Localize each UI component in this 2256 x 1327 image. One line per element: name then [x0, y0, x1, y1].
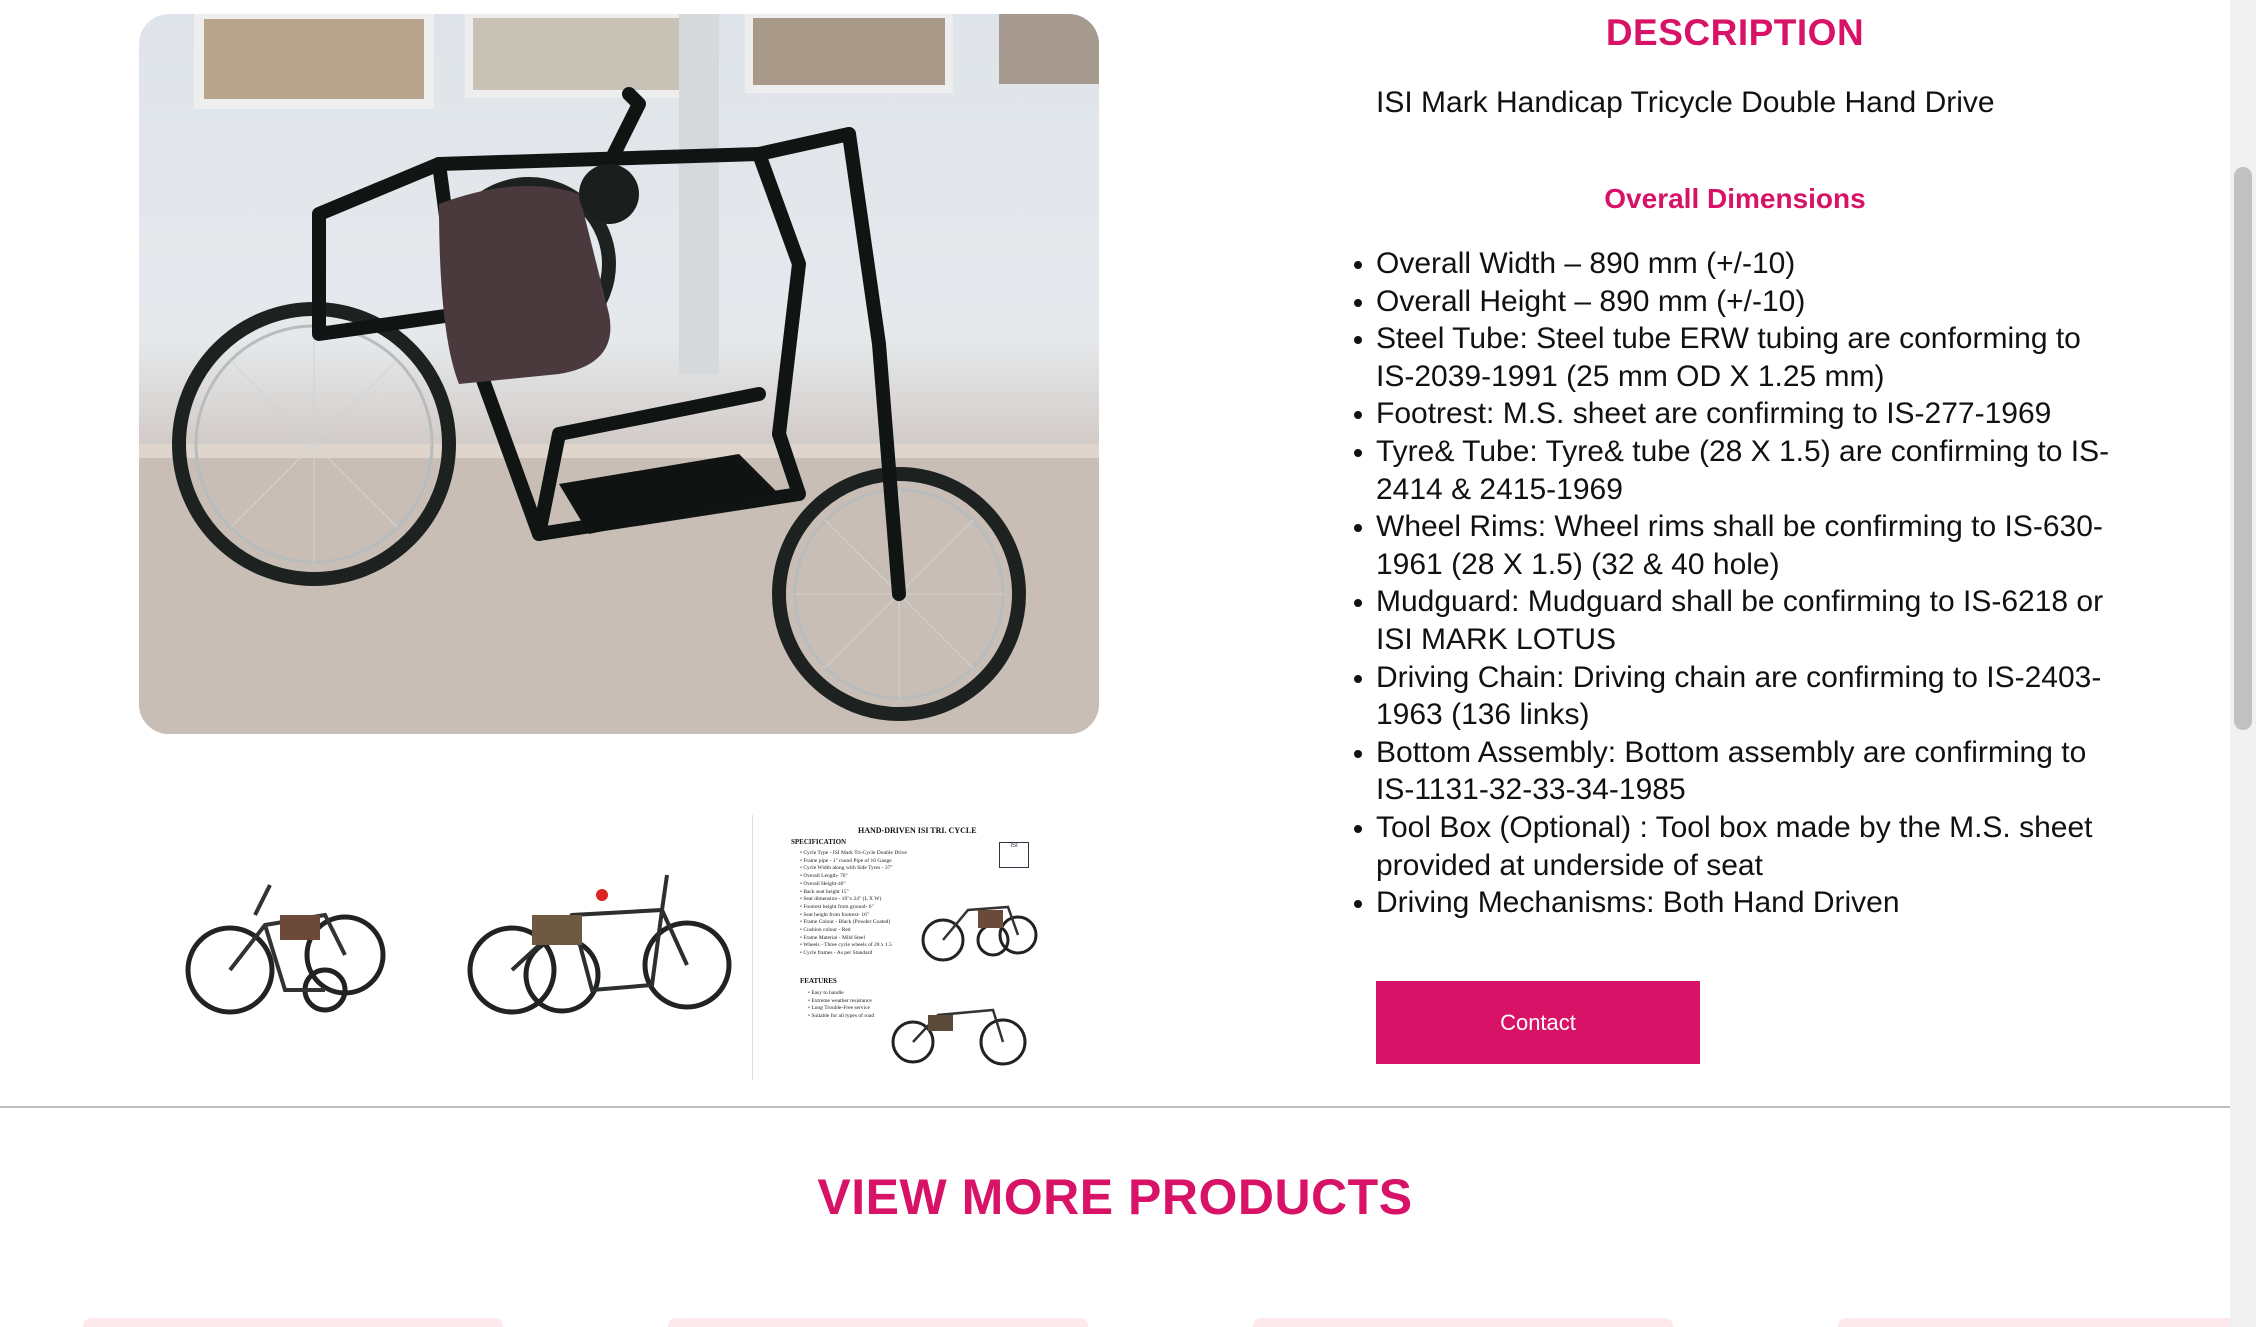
- list-item: Long Trouble-Free service: [808, 1005, 874, 1013]
- view-more-products-heading: VIEW MORE PRODUCTS: [817, 1169, 1413, 1225]
- list-item: Overall Height – 890 mm (+/-10): [1354, 283, 2116, 321]
- section-divider: [0, 1106, 2230, 1108]
- features-list: Easy to handle Extreme weather resistanc…: [808, 990, 874, 1021]
- tricycle-photo: [139, 14, 1099, 734]
- list-item: Tyre& Tube: Tyre& tube (28 X 1.5) are co…: [1354, 433, 2116, 508]
- list-item: Wheels - Three cycle wheels of 28 x 1.5: [800, 942, 907, 950]
- list-item: Cycle frames - As per Standard: [800, 950, 907, 958]
- spec-sheet-list: Cycle Type - ISI Mark Tri-Cycle Double D…: [800, 850, 907, 958]
- list-item: Footrest height from ground- 6": [800, 904, 907, 912]
- list-item: Bottom Assembly: Bottom assembly are con…: [1354, 734, 2116, 809]
- list-item: Tool Box (Optional) : Tool box made by t…: [1354, 809, 2116, 884]
- list-item: Frame pipe - 1" round Pipe of 16 Gauge: [800, 858, 907, 866]
- contact-button[interactable]: Contact: [1376, 981, 1700, 1064]
- thumbnail-1[interactable]: [175, 815, 400, 1080]
- spec-sheet-title: HAND-DRIVEN ISI TRI. CYCLE: [858, 826, 977, 835]
- spec-sheet-heading: SPECIFICATION: [791, 838, 847, 846]
- list-item: Cycle Type - ISI Mark Tri-Cycle Double D…: [800, 850, 907, 858]
- tricycle-thumbnail: [185, 884, 386, 1015]
- list-item: Extreme weather resistance: [808, 998, 874, 1006]
- list-item: Steel Tube: Steel tube ERW tubing are co…: [1354, 320, 2116, 395]
- list-item: Wheel Rims: Wheel rims shall be confirmi…: [1354, 508, 2116, 583]
- product-card[interactable]: [1253, 1318, 1673, 1327]
- list-item: Seat dimension - 16"x 24" (L X W): [800, 896, 907, 904]
- list-item: Driving Chain: Driving chain are confirm…: [1354, 659, 2116, 734]
- main-product-image[interactable]: [139, 14, 1099, 734]
- list-item: Cushion colour - Red: [800, 927, 907, 935]
- product-name: ISI Mark Handicap Tricycle Double Hand D…: [1376, 86, 1995, 119]
- product-card[interactable]: [668, 1318, 1088, 1327]
- product-card[interactable]: [83, 1318, 503, 1327]
- list-item: Overall Height-40": [800, 881, 907, 889]
- specification-list: Overall Width – 890 mm (+/-10) Overall H…: [1354, 245, 2116, 922]
- isi-logo: ISI: [999, 842, 1029, 868]
- list-item: Footrest: M.S. sheet are confirming to I…: [1354, 395, 2116, 433]
- list-item: Overall Length- 70": [800, 873, 907, 881]
- tricycle-thumbnail: [467, 874, 732, 1015]
- dimensions-heading: Overall Dimensions: [1604, 183, 1866, 214]
- list-item: Easy to handle: [808, 990, 874, 998]
- list-item: Suitable for all types of road: [808, 1013, 874, 1021]
- list-item: Driving Mechanisms: Both Hand Driven: [1354, 884, 2116, 922]
- list-item: Mudguard: Mudguard shall be confirming t…: [1354, 583, 2116, 658]
- description-heading: DESCRIPTION: [1605, 12, 1865, 53]
- features-heading: FEATURES: [800, 977, 837, 985]
- list-item: Cycle Width along with Side Tyres - 37": [800, 865, 907, 873]
- list-item: Frame Colour - Black (Powder Coated): [800, 919, 907, 927]
- thumbnail-2[interactable]: [462, 815, 737, 1080]
- scrollbar-thumb[interactable]: [2234, 167, 2252, 730]
- product-card[interactable]: [1838, 1318, 2256, 1327]
- list-item: Overall Width – 890 mm (+/-10): [1354, 245, 2116, 283]
